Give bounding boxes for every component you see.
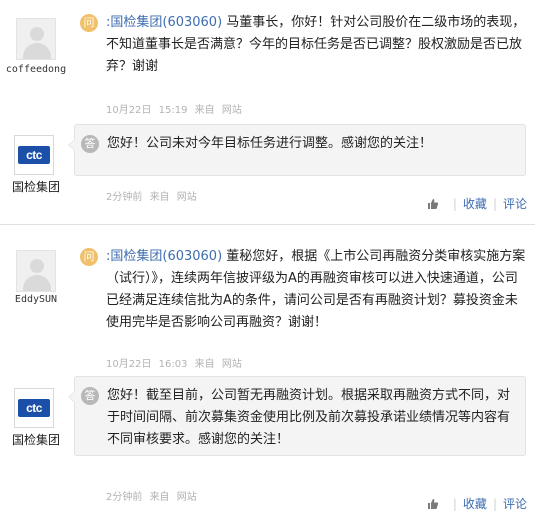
action-separator: | [452, 496, 457, 511]
collect-link[interactable]: 收藏 [463, 195, 487, 212]
answer-from-label: 来自 [149, 192, 170, 203]
question-from-label: 来自 [194, 105, 215, 116]
question-text: :国检集团(603060) 董秘您好，根据《上市公司再融资分类审核实施方案（试行… [106, 246, 526, 334]
company-link[interactable]: :国检集团(603060) [106, 15, 222, 30]
company-logo[interactable]: ctc [14, 135, 54, 175]
company-name[interactable]: 国检集团 [8, 178, 64, 195]
question-source: 网站 [221, 105, 242, 116]
thumbs-up-icon[interactable] [427, 198, 439, 210]
username[interactable]: coffeedong [0, 64, 72, 75]
company-link[interactable]: :国检集团(603060) [106, 249, 222, 264]
answer-source: 网站 [176, 492, 197, 503]
avatar[interactable] [16, 18, 56, 60]
avatar-head-shape [30, 259, 44, 273]
answer-from-label: 来自 [149, 492, 170, 503]
action-separator: | [452, 196, 457, 211]
answer-source: 网站 [176, 192, 197, 203]
question-meta: 10月22日 15:19 来自 网站 [106, 101, 246, 116]
question-time: 16:03 [158, 359, 188, 370]
answer-meta: 2分钟前 来自 网站 [106, 488, 201, 503]
collect-link[interactable]: 收藏 [463, 495, 487, 512]
question-badge: 问 [80, 248, 98, 266]
question-date: 10月22日 [106, 359, 152, 370]
avatar-head-shape [30, 27, 44, 41]
answer-text: 您好！公司未对今年目标任务进行调整。感谢您的关注！ [107, 136, 433, 151]
company-logo-mark: ctc [18, 399, 50, 417]
answer-meta: 2分钟前 来自 网站 [106, 188, 201, 203]
question-source: 网站 [221, 359, 242, 370]
question-from-label: 来自 [194, 359, 215, 370]
answer-badge: 答 [81, 135, 99, 153]
actions-bar: | 收藏 | 评论 [427, 195, 527, 212]
question-date: 10月22日 [106, 105, 152, 116]
thumbs-up-icon[interactable] [427, 498, 439, 510]
question-badge: 问 [80, 14, 98, 32]
question-time: 15:19 [158, 105, 188, 116]
answer-time-ago: 2分钟前 [106, 492, 143, 503]
avatar[interactable] [16, 250, 56, 292]
avatar-body-shape [23, 275, 51, 291]
answer-box: 答 您好！公司未对今年目标任务进行调整。感谢您的关注！ [68, 124, 526, 176]
question-text: :国检集团(603060) 马董事长，你好！针对公司股价在二级市场的表现，不知道… [106, 12, 526, 78]
answer-time-ago: 2分钟前 [106, 192, 143, 203]
action-separator: | [492, 196, 497, 211]
avatar-body-shape [23, 43, 51, 59]
company-logo-mark: ctc [18, 146, 50, 164]
comment-link[interactable]: 评论 [503, 195, 527, 212]
answer-badge: 答 [81, 387, 99, 405]
answer-caret [68, 391, 76, 403]
answer-caret [68, 139, 76, 151]
answer-box: 答 您好！截至目前，公司暂无再融资计划。根据采取再融资方式不同，对于时间间隔、前… [68, 376, 526, 456]
company-name[interactable]: 国检集团 [8, 431, 64, 448]
answer-text: 您好！截至目前，公司暂无再融资计划。根据采取再融资方式不同，对于时间间隔、前次募… [107, 388, 511, 447]
question-meta: 10月22日 16:03 来自 网站 [106, 355, 246, 370]
comment-link[interactable]: 评论 [503, 495, 527, 512]
thread-divider [0, 224, 535, 225]
action-separator: | [492, 496, 497, 511]
username[interactable]: EddySUN [0, 294, 72, 305]
company-logo[interactable]: ctc [14, 388, 54, 428]
actions-bar: | 收藏 | 评论 [427, 495, 527, 512]
